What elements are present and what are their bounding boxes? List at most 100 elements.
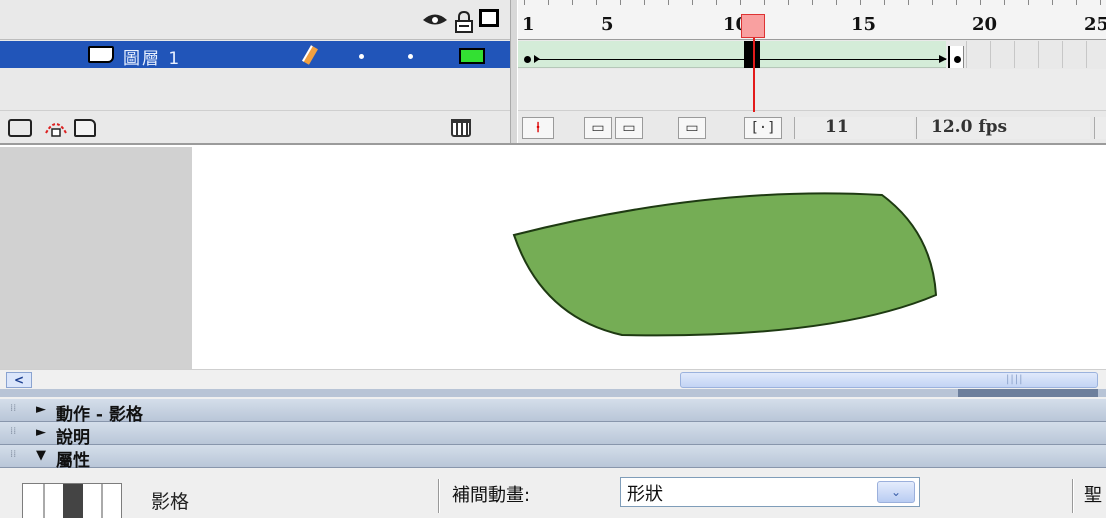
divider (438, 479, 440, 513)
ruler-tick (860, 0, 861, 5)
frame-number-20: 20 (972, 14, 998, 35)
layer-name[interactable]: 圖層 1 (123, 44, 181, 69)
layer-header (0, 0, 510, 40)
ruler-tick (740, 0, 741, 5)
grip-icon[interactable]: ⁞⁞ (10, 449, 16, 460)
ruler-tick (596, 0, 597, 5)
keyframe-end-dot (954, 56, 961, 63)
horizontal-scrollbar[interactable]: < |||| (0, 369, 1106, 389)
outline-icon[interactable] (479, 9, 499, 27)
ruler-tick (884, 0, 885, 5)
blend-label: 聖 (1084, 485, 1102, 506)
scroll-thumb[interactable]: |||| (680, 372, 1098, 388)
grip-icon: |||| (1006, 374, 1024, 385)
frame-cell-divider (1038, 41, 1039, 68)
ruler-tick (932, 0, 933, 5)
ruler-tick (572, 0, 573, 5)
current-frame-display: 11 (794, 117, 914, 139)
actions-panel-title[interactable]: ⁞⁞ ► 動作 - 影格 (0, 399, 1106, 425)
chevron-down-icon[interactable]: ⌄ (877, 481, 915, 503)
pencil-icon (302, 45, 318, 65)
onion-skin-outlines-button[interactable]: ▭ (615, 117, 643, 139)
frame-number-15: 15 (851, 14, 877, 35)
frame-cell-divider (966, 41, 967, 68)
lock-toggle[interactable] (408, 54, 413, 59)
eye-icon[interactable] (422, 11, 448, 29)
tween-type-value: 形狀 (627, 484, 663, 505)
frame-number-1: 1 (522, 14, 535, 35)
stage-canvas (512, 192, 938, 337)
modify-onion-markers-button[interactable]: [·] (744, 117, 782, 139)
center-frame-button[interactable]: ⍿ (522, 117, 554, 139)
timeline-panel: 圖層 1 1 5 10 15 20 25 ⍿ ▭ ▭ ▭ [·] 11 12.0 fps (0, 0, 1106, 145)
frame-icon (22, 483, 122, 518)
frame-cell-divider (1086, 41, 1087, 68)
lock-icon[interactable] (454, 10, 474, 37)
ruler-tick (548, 0, 549, 5)
properties-panel-label: 屬性 (56, 451, 90, 471)
ruler-tick (980, 0, 981, 5)
onion-skin-button[interactable]: ▭ (584, 117, 612, 139)
ruler-tick (1004, 0, 1005, 5)
layer-icon (88, 46, 114, 63)
grip-icon[interactable]: ⁞⁞ (10, 403, 16, 414)
frame-cell-divider (1062, 41, 1063, 68)
panels-area: ⁞⁞ ► 動作 - 影格 ⁞⁞ ► 說明 ⁞⁞ ▼ 屬性 影格 補間動畫: 形狀… (0, 389, 1106, 518)
frame-number-25: 25 (1084, 14, 1106, 35)
timeline-divider[interactable] (510, 0, 518, 143)
tween-label: 補間動畫: (452, 485, 531, 506)
layer-list-empty-area (0, 68, 510, 110)
frame-number-5: 5 (601, 14, 614, 35)
tweened-shape[interactable] (512, 192, 938, 337)
panel-splitter[interactable] (0, 389, 1106, 397)
ruler-tick (1028, 0, 1029, 5)
insert-layer-icon[interactable] (8, 119, 32, 137)
tween-type-select[interactable]: 形狀 ⌄ (620, 477, 920, 507)
ruler-tick (812, 0, 813, 5)
frame-toolbar: ⍿ ▭ ▭ ▭ [·] 11 12.0 fps (518, 110, 1106, 143)
selected-frame[interactable] (744, 41, 760, 68)
shape-tween-span[interactable] (518, 41, 946, 68)
elapsed-time-display (1094, 117, 1106, 139)
frame-cell-divider (1014, 41, 1015, 68)
ruler-tick (1076, 0, 1077, 5)
trash-icon[interactable] (451, 119, 471, 137)
edit-multiple-frames-button[interactable]: ▭ (678, 117, 706, 139)
tween-arrow (534, 55, 947, 63)
ruler-tick (956, 0, 957, 5)
expand-arrow-icon: ► (36, 425, 46, 440)
expand-arrow-icon: ► (36, 402, 46, 417)
keyframe-start[interactable] (524, 56, 531, 63)
ruler-tick (1052, 0, 1053, 5)
panel-collapse-tab[interactable] (958, 389, 1098, 397)
frame-grid-empty-area (518, 69, 1106, 110)
stage[interactable] (192, 147, 1106, 369)
layer-toolbar (0, 110, 510, 143)
grip-icon[interactable]: ⁞⁞ (10, 426, 16, 437)
frame-grid[interactable] (518, 41, 1106, 110)
divider (1072, 479, 1074, 513)
keyframe-end[interactable] (948, 46, 964, 68)
ruler-tick (668, 0, 669, 5)
ruler-tick (620, 0, 621, 5)
ruler-tick (788, 0, 789, 5)
insert-layer-folder-icon[interactable] (74, 119, 96, 137)
add-motion-guide-icon[interactable] (44, 119, 67, 137)
ruler-tick (836, 0, 837, 5)
layer-row[interactable]: 圖層 1 (0, 41, 510, 69)
frame-ruler[interactable]: 1 5 10 15 20 25 (518, 0, 1106, 40)
properties-panel-title[interactable]: ⁞⁞ ▼ 屬性 (0, 445, 1106, 471)
properties-body: 影格 補間動畫: 形狀 ⌄ 聖 (0, 469, 1106, 518)
ruler-tick (1100, 0, 1101, 5)
scroll-left-arrow-icon[interactable]: < (6, 372, 32, 388)
visibility-toggle[interactable] (359, 54, 364, 59)
frame-label: 影格 (151, 491, 190, 513)
ruler-tick (764, 0, 765, 5)
playhead[interactable] (741, 14, 765, 38)
frame-rate-display[interactable]: 12.0 fps (916, 117, 1090, 139)
pasteboard (0, 147, 192, 369)
ruler-tick (908, 0, 909, 5)
layer-outline-color-swatch[interactable] (459, 48, 485, 64)
frame-cell-divider (990, 41, 991, 68)
help-panel-title[interactable]: ⁞⁞ ► 說明 (0, 422, 1106, 448)
